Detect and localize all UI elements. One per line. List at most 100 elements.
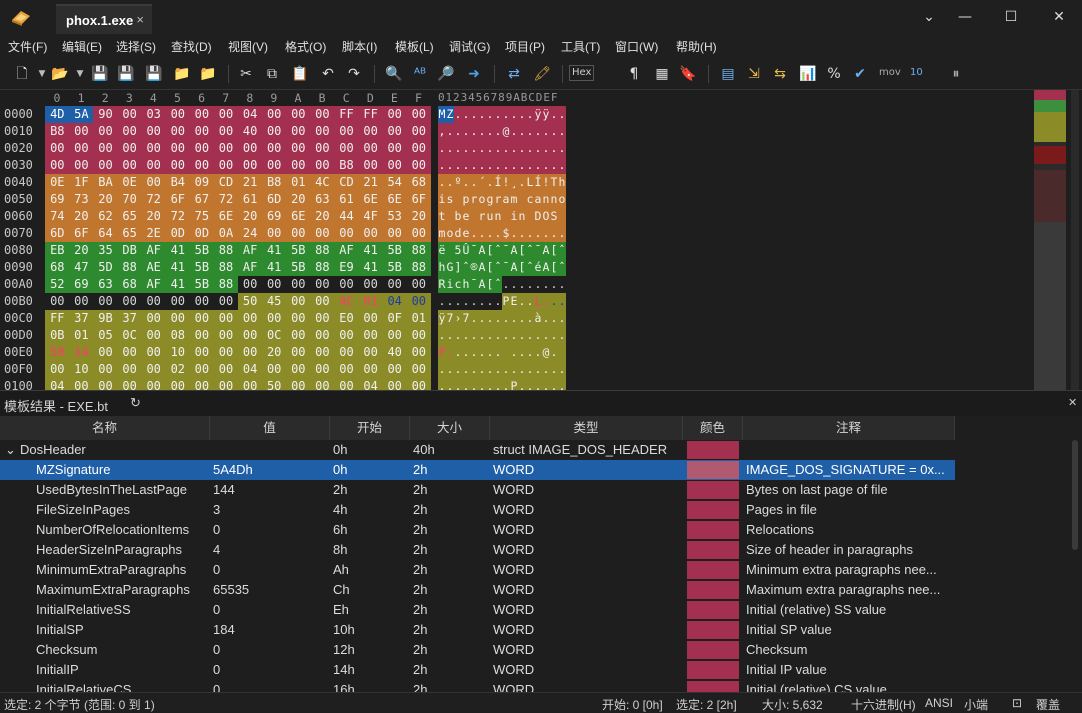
- ascii-char[interactable]: .: [550, 276, 558, 293]
- ascii-char[interactable]: .: [550, 344, 558, 361]
- hex-byte[interactable]: 00: [358, 225, 383, 242]
- ascii-char[interactable]: .: [526, 123, 534, 140]
- ascii-char[interactable]: .: [534, 157, 542, 174]
- hex-byte[interactable]: 00: [286, 106, 311, 123]
- calculator-icon[interactable]: ▤: [718, 64, 738, 84]
- hex-byte[interactable]: 00: [165, 123, 191, 140]
- ascii-char[interactable]: Í: [534, 174, 542, 191]
- ascii-char[interactable]: .: [518, 106, 526, 123]
- table-row[interactable]: InitialIP 0 14h 2h WORD Initial IP value: [0, 660, 955, 680]
- hex-byte[interactable]: 00: [189, 327, 215, 344]
- hex-byte[interactable]: 75: [189, 208, 215, 225]
- ascii-char[interactable]: .: [510, 310, 518, 327]
- ascii-char[interactable]: .: [502, 310, 510, 327]
- hex-byte[interactable]: 00: [93, 140, 118, 157]
- ascii-char[interactable]: .: [518, 123, 526, 140]
- hex-byte[interactable]: 6D: [261, 191, 287, 208]
- hex-byte[interactable]: 00: [237, 157, 263, 174]
- ascii-char[interactable]: .: [438, 327, 446, 344]
- hex-byte[interactable]: 00: [189, 378, 215, 390]
- close-tab-icon[interactable]: ×: [136, 12, 144, 27]
- ascii-char[interactable]: .: [486, 293, 494, 310]
- ascii-char[interactable]: .: [478, 310, 486, 327]
- hex-byte[interactable]: 20: [286, 191, 311, 208]
- ascii-char[interactable]: .: [478, 157, 486, 174]
- ascii-char[interactable]: .: [470, 123, 478, 140]
- hex-byte[interactable]: 52: [45, 276, 70, 293]
- ascii-char[interactable]: [502, 208, 510, 225]
- ascii-char[interactable]: .: [478, 106, 486, 123]
- hex-byte[interactable]: 41: [261, 242, 287, 259]
- hex-byte[interactable]: 88: [213, 276, 239, 293]
- hex-byte[interactable]: 69: [69, 276, 94, 293]
- ascii-char[interactable]: ë: [438, 242, 446, 259]
- ascii-char[interactable]: P: [438, 344, 446, 361]
- hex-byte[interactable]: 50: [237, 293, 263, 310]
- menu-help[interactable]: 帮助(H): [676, 38, 717, 55]
- hex-byte[interactable]: 00: [406, 123, 432, 140]
- hex-byte[interactable]: 68: [117, 276, 142, 293]
- hex-byte[interactable]: 37: [117, 310, 142, 327]
- hex-byte[interactable]: 50: [45, 344, 70, 361]
- ascii-char[interactable]: .: [494, 310, 502, 327]
- ascii-char[interactable]: !: [502, 174, 510, 191]
- ascii-char[interactable]: .: [470, 157, 478, 174]
- hex-byte[interactable]: 72: [165, 208, 191, 225]
- hex-byte[interactable]: 5D: [93, 259, 118, 276]
- ascii-char[interactable]: .: [526, 361, 534, 378]
- save-all-icon[interactable]: 💾: [144, 64, 164, 84]
- ascii-char[interactable]: .: [486, 140, 494, 157]
- ascii-char[interactable]: .: [462, 174, 470, 191]
- ascii-char[interactable]: A: [478, 259, 486, 276]
- hex-byte[interactable]: 04: [358, 378, 383, 390]
- ascii-char[interactable]: .: [558, 225, 566, 242]
- pause-icon[interactable]: ⏸: [946, 64, 966, 84]
- hex-byte[interactable]: 08: [165, 327, 191, 344]
- ascii-char[interactable]: .: [526, 293, 534, 310]
- color-swatch[interactable]: [687, 461, 739, 479]
- hex-byte[interactable]: 63: [93, 276, 118, 293]
- hex-mode-button[interactable]: Hex: [569, 65, 595, 81]
- ascii-char[interactable]: .: [550, 327, 558, 344]
- ascii-char[interactable]: L: [526, 174, 534, 191]
- hex-byte[interactable]: 09: [189, 174, 215, 191]
- ascii-char[interactable]: .: [478, 378, 486, 390]
- hex-byte[interactable]: 24: [237, 225, 263, 242]
- ascii-char[interactable]: .: [470, 174, 478, 191]
- ascii-char[interactable]: A: [542, 242, 550, 259]
- highlight-icon[interactable]: 🖍: [532, 64, 552, 84]
- ascii-char[interactable]: 7: [446, 310, 454, 327]
- hex-byte[interactable]: 00: [166, 293, 191, 310]
- ascii-char[interactable]: e: [462, 225, 470, 242]
- table-row[interactable]: HeaderSizeInParagraphs 4 8h 2h WORD Size of h…: [0, 540, 955, 560]
- open-file-icon[interactable]: 📂: [50, 64, 70, 84]
- hex-byte[interactable]: 00: [286, 225, 311, 242]
- ascii-char[interactable]: a: [534, 191, 542, 208]
- col-header-size[interactable]: 大小: [410, 416, 490, 440]
- ascii-char[interactable]: .: [454, 293, 462, 310]
- hex-byte[interactable]: 00: [334, 225, 359, 242]
- file-minimap[interactable]: [1034, 90, 1066, 390]
- ascii-char[interactable]: .: [518, 276, 526, 293]
- ascii-char[interactable]: .: [510, 140, 518, 157]
- hex-byte[interactable]: 0D: [165, 225, 191, 242]
- ascii-char[interactable]: .: [510, 276, 518, 293]
- hex-byte[interactable]: 00: [406, 344, 432, 361]
- hex-byte[interactable]: 00: [358, 361, 383, 378]
- ascii-char[interactable]: .: [438, 140, 446, 157]
- hex-byte[interactable]: 14: [69, 344, 94, 361]
- percent-icon[interactable]: %: [824, 64, 844, 84]
- ascii-char[interactable]: ˆ: [526, 242, 534, 259]
- ascii-char[interactable]: t: [438, 208, 446, 225]
- hex-byte[interactable]: 88: [406, 242, 432, 259]
- ascii-char[interactable]: e: [462, 208, 470, 225]
- ascii-char[interactable]: h: [438, 259, 446, 276]
- status-insert-mode[interactable]: 覆盖: [1036, 696, 1060, 713]
- ascii-char[interactable]: .: [462, 123, 470, 140]
- ascii-char[interactable]: .: [534, 327, 542, 344]
- ascii-char[interactable]: .: [518, 327, 526, 344]
- ascii-char[interactable]: .: [470, 327, 478, 344]
- color-swatch[interactable]: [687, 501, 739, 519]
- hex-byte[interactable]: 00: [286, 378, 311, 390]
- hex-byte[interactable]: 10: [69, 361, 94, 378]
